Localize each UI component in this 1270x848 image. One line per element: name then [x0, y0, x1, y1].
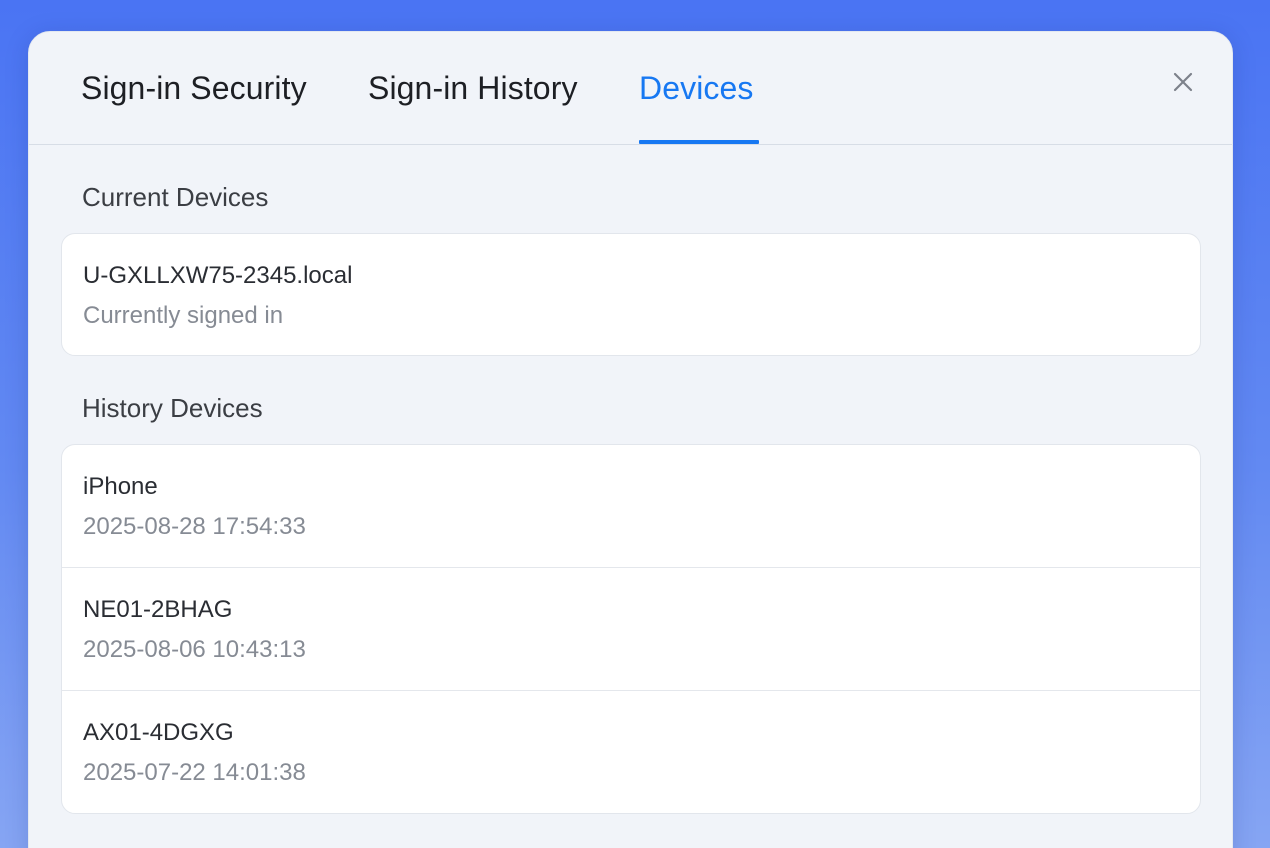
active-tab-indicator — [639, 140, 759, 144]
device-row[interactable]: AX01-4DGXG 2025-07-22 14:01:38 — [62, 691, 1200, 813]
close-icon — [1173, 72, 1193, 92]
device-row[interactable]: NE01-2BHAG 2025-08-06 10:43:13 — [62, 568, 1200, 691]
tab-sign-in-security[interactable]: Sign-in Security — [81, 70, 307, 107]
device-row[interactable]: U-GXLLXW75-2345.local Currently signed i… — [62, 234, 1200, 355]
tab-bar: Sign-in Security Sign-in History Devices — [29, 32, 1232, 145]
tab-devices[interactable]: Devices — [639, 70, 754, 107]
device-name: NE01-2BHAG — [83, 596, 233, 623]
device-status: Currently signed in — [83, 302, 284, 329]
device-name: iPhone — [83, 473, 158, 500]
device-last-seen: 2025-08-28 17:54:33 — [83, 513, 306, 540]
close-button[interactable] — [1169, 68, 1197, 96]
device-last-seen: 2025-08-06 10:43:13 — [83, 636, 306, 663]
device-row[interactable]: iPhone 2025-08-28 17:54:33 — [62, 445, 1200, 568]
device-name: U-GXLLXW75-2345.local — [83, 262, 353, 289]
device-name: AX01-4DGXG — [83, 719, 234, 746]
current-devices-heading: Current Devices — [82, 182, 269, 212]
account-security-dialog: Sign-in Security Sign-in History Devices… — [28, 31, 1233, 848]
tab-sign-in-history[interactable]: Sign-in History — [368, 70, 578, 107]
current-devices-card: U-GXLLXW75-2345.local Currently signed i… — [61, 233, 1201, 356]
history-devices-card: iPhone 2025-08-28 17:54:33 NE01-2BHAG 20… — [61, 444, 1201, 814]
device-last-seen: 2025-07-22 14:01:38 — [83, 759, 306, 786]
history-devices-heading: History Devices — [82, 393, 263, 423]
